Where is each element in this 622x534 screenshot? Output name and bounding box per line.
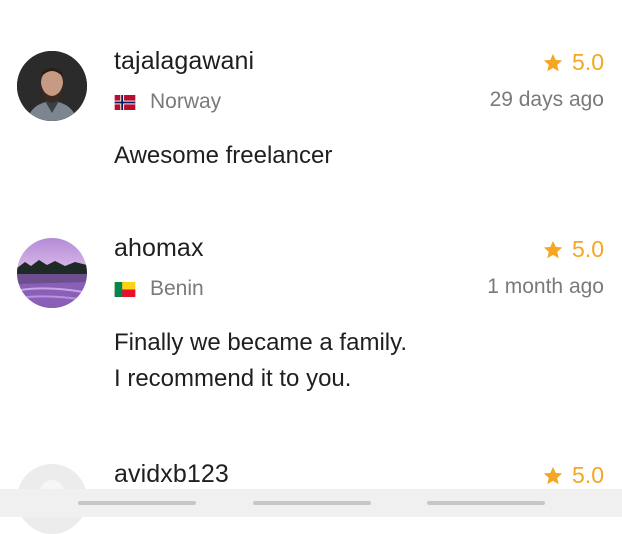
rating-value: 5.0: [572, 236, 604, 262]
reviewer-username[interactable]: avidxb123: [114, 460, 229, 489]
reviewer-username[interactable]: tajalagawani: [114, 47, 254, 76]
star-icon: [543, 240, 563, 258]
reviewer-country: Norway: [114, 89, 221, 115]
star-icon: [543, 53, 563, 71]
country-name: Benin: [150, 277, 204, 300]
comment-line: Awesome freelancer: [114, 142, 333, 169]
reviewer-username[interactable]: ahomax: [114, 234, 204, 263]
rating: 5.0: [542, 462, 604, 489]
review-date: 29 days ago: [489, 88, 604, 111]
nav-handle[interactable]: [253, 501, 371, 505]
avatar[interactable]: [17, 238, 87, 308]
reviewer-country: Benin: [114, 276, 204, 302]
norway-flag-icon: [114, 94, 136, 110]
rating-value: 5.0: [572, 462, 604, 488]
comment-line: Finally we became a family.: [114, 329, 407, 356]
rating: 5.0: [542, 236, 604, 263]
nav-handle[interactable]: [427, 501, 545, 505]
rating: 5.0: [542, 49, 604, 76]
avatar[interactable]: [17, 51, 87, 121]
bottom-navigation-bar: [0, 489, 622, 517]
review-comment: Finally we became a family. I recommend …: [114, 325, 407, 397]
star-icon: [543, 466, 563, 484]
review-comment: Awesome freelancer: [114, 138, 332, 174]
benin-flag-icon: [114, 281, 136, 297]
rating-value: 5.0: [572, 49, 604, 75]
country-name: Norway: [150, 90, 222, 113]
nav-handle[interactable]: [78, 501, 196, 505]
review-date: 1 month ago: [487, 275, 604, 298]
comment-line: I recommend it to you.: [114, 365, 352, 392]
